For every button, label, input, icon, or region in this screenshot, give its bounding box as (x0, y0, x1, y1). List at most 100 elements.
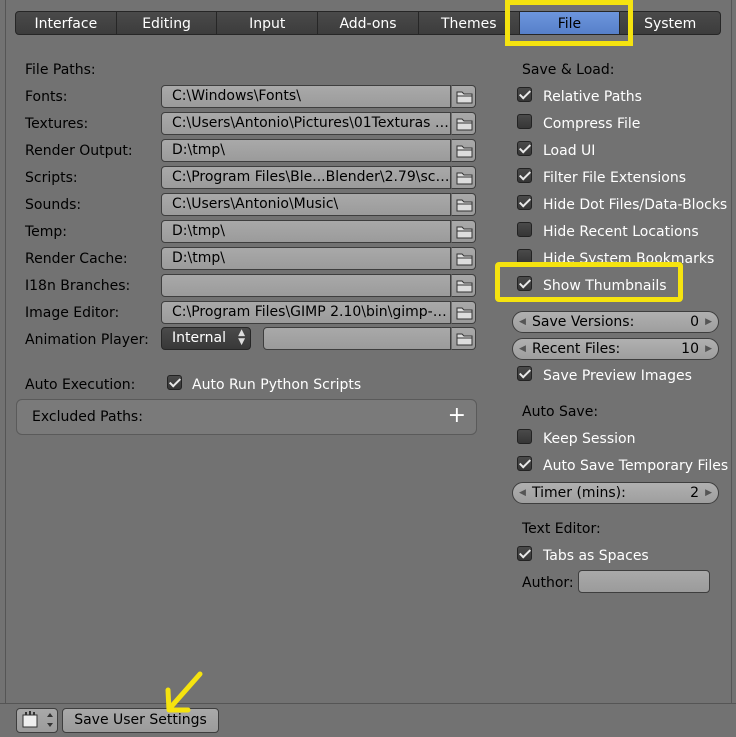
author-label: Author: (522, 575, 574, 591)
tabs-as-spaces-checkbox[interactable] (517, 546, 532, 561)
excluded-paths-label: Excluded Paths: (32, 409, 143, 425)
tab-editing[interactable]: Editing (116, 11, 218, 35)
folder-icon (456, 280, 473, 293)
scripts-label: Scripts: (25, 170, 78, 186)
bottom-bar: Save User Settings (0, 703, 736, 737)
temp-label: Temp: (25, 224, 68, 240)
filter-file-extensions-label: Filter File Extensions (543, 170, 687, 186)
hide-recent-locations-checkbox[interactable] (517, 222, 532, 237)
increment-arrow-icon[interactable]: ▶ (705, 312, 712, 332)
load-ui-label: Load UI (543, 143, 596, 159)
animation-player-value: Internal (172, 330, 226, 346)
load-ui-checkbox[interactable] (517, 141, 532, 156)
textures-folder-button[interactable] (451, 112, 476, 135)
auto-execution-label: Auto Execution: (25, 377, 136, 393)
recent-files-value: 10 (681, 341, 699, 357)
relative-paths-checkbox[interactable] (517, 87, 532, 102)
folder-icon (456, 118, 473, 131)
render-output-path-field[interactable]: D:\tmp\ (161, 139, 451, 162)
show-thumbnails-highlight (495, 262, 683, 302)
auto-save-title: Auto Save: (522, 404, 599, 420)
decrement-arrow-icon[interactable]: ◀ (519, 483, 526, 503)
keep-session-checkbox[interactable] (517, 429, 532, 444)
sounds-label: Sounds: (25, 197, 82, 213)
render-cache-path-field[interactable]: D:\tmp\ (161, 247, 451, 270)
keep-session-label: Keep Session (543, 431, 636, 447)
animation-player-select[interactable]: Internal ▲ ▼ (161, 327, 251, 350)
hide-dot-files-label: Hide Dot Files/Data-Blocks (543, 197, 728, 213)
save-versions-label: Save Versions: (532, 314, 635, 330)
temp-path-field[interactable]: D:\tmp\ (161, 220, 451, 243)
increment-arrow-icon[interactable]: ▶ (705, 483, 712, 503)
tab-addons[interactable]: Add-ons (318, 11, 419, 35)
auto-run-python-checkbox[interactable] (167, 375, 182, 390)
recent-files-label: Recent Files: (532, 341, 621, 357)
image-editor-path-field[interactable]: C:\Program Files\GIMP 2.10\bin\gimp-2.1.… (161, 301, 451, 324)
sounds-folder-button[interactable] (451, 193, 476, 216)
sounds-path-field[interactable]: C:\Users\Antonio\Music\ (161, 193, 451, 216)
auto-save-temp-label: Auto Save Temporary Files (543, 458, 729, 474)
add-icon[interactable]: + (448, 403, 466, 428)
updown-arrows-icon: ▲ ▼ (238, 328, 245, 347)
file-tab-highlight (505, 0, 633, 46)
animation-player-folder-button[interactable] (451, 327, 476, 350)
i18n-branches-label: I18n Branches: (25, 278, 131, 294)
image-editor-label: Image Editor: (25, 305, 120, 321)
folder-icon (456, 145, 473, 158)
hide-recent-locations-label: Hide Recent Locations (543, 224, 699, 240)
tabs-as-spaces-label: Tabs as Spaces (543, 548, 649, 564)
timer-value: 2 (690, 485, 699, 501)
editor-type-button[interactable] (16, 708, 58, 733)
auto-run-python-label: Auto Run Python Scripts (192, 377, 362, 393)
temp-folder-button[interactable] (451, 220, 476, 243)
render-output-label: Render Output: (25, 143, 133, 159)
fonts-label: Fonts: (25, 89, 68, 105)
auto-save-temp-checkbox[interactable] (517, 456, 532, 471)
folder-icon (456, 307, 473, 320)
animation-player-label: Animation Player: (25, 332, 149, 348)
compress-file-label: Compress File (543, 116, 641, 132)
render-output-folder-button[interactable] (451, 139, 476, 162)
relative-paths-label: Relative Paths (543, 89, 642, 105)
author-input[interactable] (578, 570, 710, 593)
excluded-paths-panel: Excluded Paths: + (16, 399, 477, 435)
preferences-icon (22, 711, 53, 728)
i18n-branches-path-field[interactable] (161, 274, 451, 297)
render-cache-folder-button[interactable] (451, 247, 476, 270)
text-editor-title: Text Editor: (522, 521, 601, 537)
tab-system[interactable]: System (620, 11, 722, 35)
folder-icon (456, 333, 473, 346)
decrement-arrow-icon[interactable]: ◀ (519, 312, 526, 332)
save-preview-images-checkbox[interactable] (517, 366, 532, 381)
fonts-folder-button[interactable] (451, 85, 476, 108)
folder-icon (456, 226, 473, 239)
tab-interface[interactable]: Interface (15, 11, 117, 35)
render-cache-label: Render Cache: (25, 251, 128, 267)
scripts-folder-button[interactable] (451, 166, 476, 189)
arrow-annotation-icon (165, 671, 203, 713)
save-load-title: Save & Load: (522, 62, 615, 78)
increment-arrow-icon[interactable]: ▶ (705, 339, 712, 359)
recent-files-field[interactable]: ◀ Recent Files: 10 ▶ (512, 338, 719, 360)
save-preview-images-label: Save Preview Images (543, 368, 692, 384)
textures-path-field[interactable]: C:\Users\Antonio\Pictures\01Texturas Ur.… (161, 112, 451, 135)
hide-dot-files-checkbox[interactable] (517, 195, 532, 210)
save-versions-value: 0 (690, 314, 699, 330)
compress-file-checkbox[interactable] (517, 114, 532, 129)
folder-icon (456, 253, 473, 266)
folder-icon (456, 91, 473, 104)
file-paths-title: File Paths: (25, 62, 96, 78)
image-editor-folder-button[interactable] (451, 301, 476, 324)
filter-file-extensions-checkbox[interactable] (517, 168, 532, 183)
save-versions-field[interactable]: ◀ Save Versions: 0 ▶ (512, 311, 719, 333)
timer-field[interactable]: ◀ Timer (mins): 2 ▶ (512, 482, 719, 504)
scripts-path-field[interactable]: C:\Program Files\Ble...Blender\2.79\scri… (161, 166, 451, 189)
folder-icon (456, 172, 473, 185)
folder-icon (456, 199, 473, 212)
fonts-path-field[interactable]: C:\Windows\Fonts\ (161, 85, 451, 108)
i18n-branches-folder-button[interactable] (451, 274, 476, 297)
animation-player-path-field[interactable] (263, 327, 451, 350)
timer-label: Timer (mins): (532, 485, 626, 501)
decrement-arrow-icon[interactable]: ◀ (519, 339, 526, 359)
tab-input[interactable]: Input (217, 11, 319, 35)
